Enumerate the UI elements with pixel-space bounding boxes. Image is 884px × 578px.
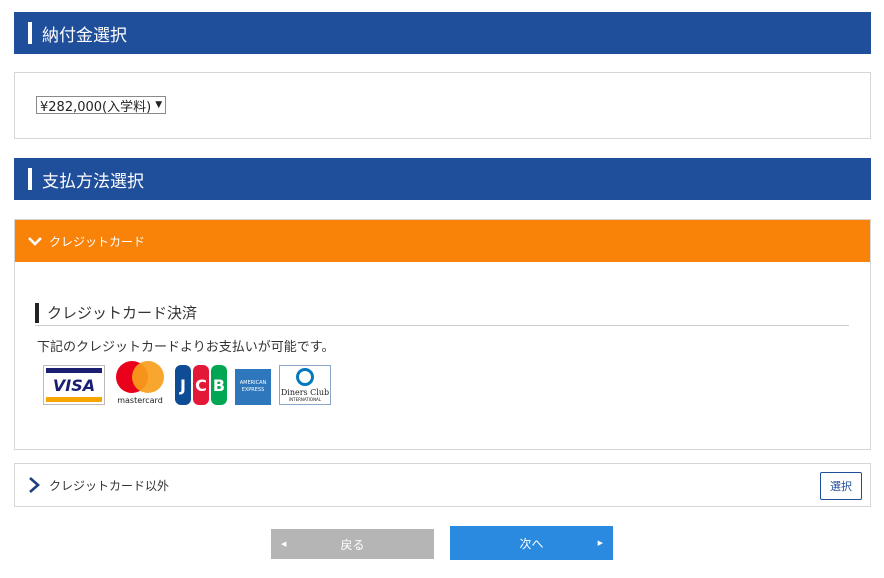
visa-logo: VISA [43,365,105,405]
credit-card-subtitle-text: クレジットカード決済 [47,304,198,322]
credit-card-accordion: クレジットカード クレジットカード決済 下記のクレジットカードよりお支払いが可能… [14,219,871,450]
credit-card-subtitle: クレジットカード決済 [35,300,849,326]
diners-club-logo: Diners Club INTERNATIONAL [279,365,331,405]
credit-card-accordion-label: クレジットカード [49,234,146,249]
diners-logo-name: Diners Club [280,388,330,397]
other-payment-label: クレジットカード以外 [49,478,170,493]
triangle-right-icon: ▶ [597,539,603,547]
amex-logo-top: AMERICAN [239,380,267,386]
next-button[interactable]: 次へ ▶ [450,526,613,560]
visa-logo-text: VISA [52,375,96,395]
jcb-letter-c: C [193,365,209,405]
next-button-label: 次へ [519,536,544,551]
back-button-label: 戻る [340,537,365,552]
credit-card-description: 下記のクレジットカードよりお支払いが可能です。 [37,340,335,355]
amex-logo-bottom: EXPRESS [241,387,265,393]
payment-section-header: 納付金選択 [14,12,871,54]
back-button[interactable]: ◀ 戻る [271,529,434,559]
select-button[interactable]: 選択 [820,472,862,500]
credit-card-accordion-header[interactable]: クレジットカード [15,220,870,262]
jcb-logo: J C B [175,365,227,405]
jcb-letter-b: B [211,365,227,405]
dropdown-caret-icon: ▼ [155,100,163,110]
mastercard-logo: mastercard [113,361,167,405]
header-bar-marker [28,22,32,44]
method-section-header: 支払方法選択 [14,158,871,200]
chevron-right-icon [29,477,40,493]
card-brand-logos: VISA mastercard J C B AMERICAN EXPRESS D… [43,361,331,405]
fee-select-dropdown[interactable]: ¥282,000(入学料) ▼ [36,96,167,115]
header-bar-marker [28,168,32,190]
mastercard-logo-text: mastercard [117,396,163,405]
amex-logo: AMERICAN EXPRESS [235,369,271,405]
fee-select-value: ¥282,000(入学料) [40,99,152,115]
diners-logo-sub: INTERNATIONAL [288,397,322,402]
payment-section-title: 納付金選択 [42,25,127,46]
jcb-letter-j: J [175,365,191,405]
other-payment-accordion[interactable]: クレジットカード以外 選択 [14,463,871,507]
method-section-title: 支払方法選択 [42,171,144,192]
chevron-down-icon [28,237,42,246]
triangle-left-icon: ◀ [281,540,287,548]
subtitle-bar-marker [35,302,39,323]
